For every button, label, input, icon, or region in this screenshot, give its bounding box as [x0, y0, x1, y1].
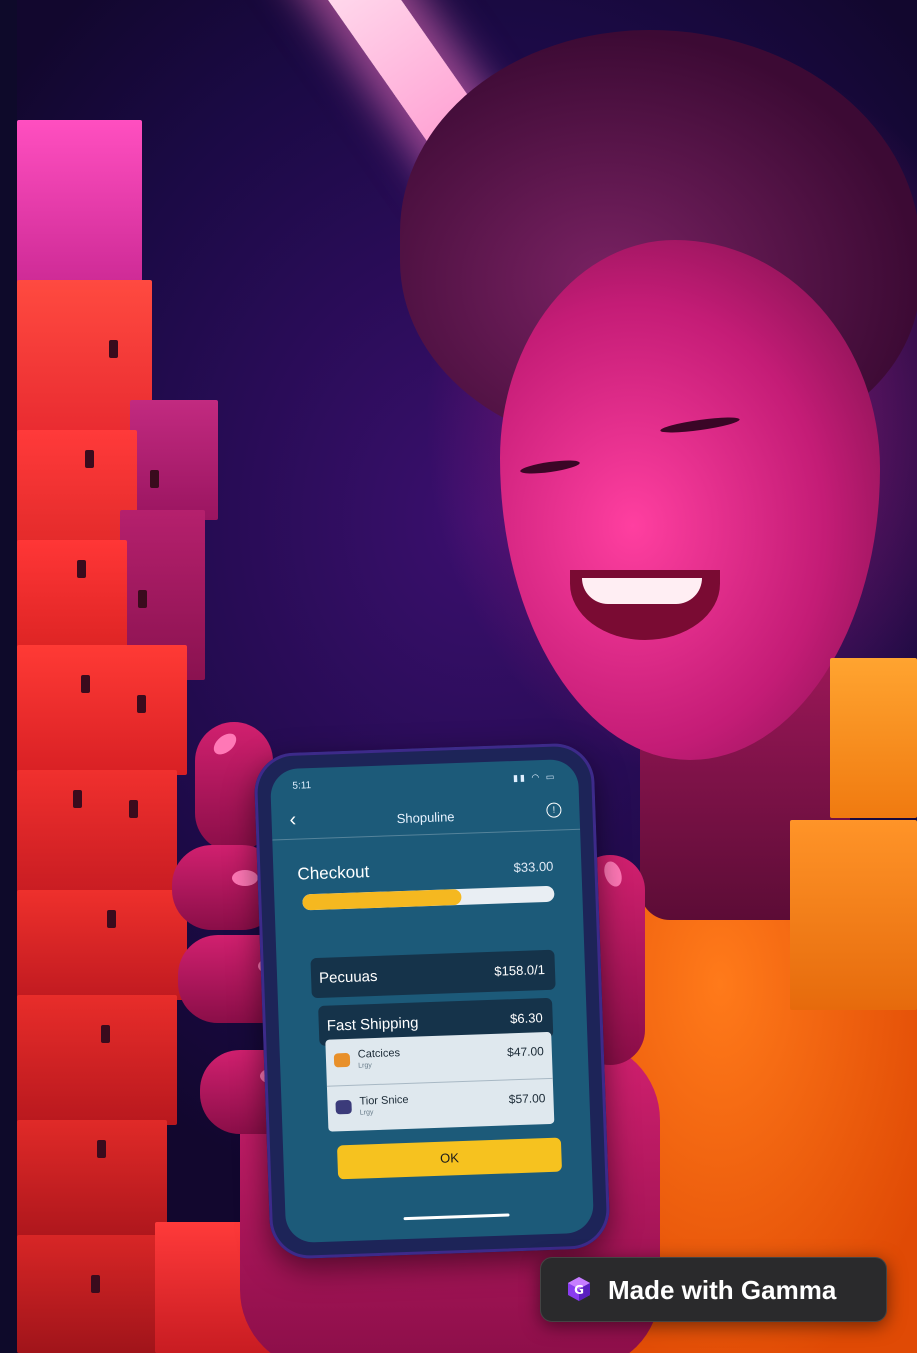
item-subtitle: Lrgy [358, 1062, 372, 1070]
item-price: $47.00 [506, 1044, 545, 1060]
item-subtitle: Lrgy [359, 1109, 374, 1117]
signal-wifi-battery-icon: ▮▮ ◠ ▭ [512, 771, 557, 784]
summary-row-label: Pecuuas [318, 967, 378, 987]
list-item[interactable]: Catcices Lrgy $47.00 [325, 1032, 552, 1084]
stacked-box [17, 1120, 167, 1240]
nav-bar: ‹ Shopuline ! [271, 792, 581, 841]
stacked-box [130, 400, 218, 520]
item-name: Tior Snice [359, 1093, 409, 1108]
ok-button[interactable]: OK [336, 1137, 563, 1180]
stacked-box [17, 540, 127, 650]
stacked-box [17, 645, 187, 775]
stacked-box [790, 820, 917, 1010]
shipping-row-value: $6.30 [509, 1010, 543, 1027]
item-name: Catcices [357, 1047, 401, 1061]
left-edge-strip [0, 0, 17, 1353]
phone-screen: 5:11 ▮▮ ◠ ▭ ‹ Shopuline ! Checkout $33.0… [269, 758, 595, 1244]
checkout-progress-bar [302, 885, 555, 911]
product-icon [333, 1052, 351, 1068]
app-title: Shopuline [396, 809, 455, 827]
stacked-box [17, 430, 137, 550]
stacked-box [17, 890, 187, 1000]
cart-item-list: Catcices Lrgy $47.00 Tior Snice Lrgy $57… [325, 1031, 555, 1132]
shipping-row-label: Fast Shipping [326, 1014, 419, 1035]
product-icon [335, 1099, 352, 1115]
summary-row-value: $158.0/1 [494, 962, 546, 979]
status-time: 5:11 [292, 780, 312, 792]
svg-text:G: G [574, 1283, 584, 1297]
stacked-box [17, 770, 177, 895]
checkout-label: Checkout [297, 862, 370, 884]
photo-scene: 5:11 ▮▮ ◠ ▭ ‹ Shopuline ! Checkout $33.0… [0, 0, 917, 1353]
status-bar: 5:11 ▮▮ ◠ ▭ [292, 772, 556, 795]
smartphone: 5:11 ▮▮ ◠ ▭ ‹ Shopuline ! Checkout $33.0… [253, 742, 611, 1260]
gamma-logo-icon: G [568, 1277, 590, 1301]
item-price: $57.00 [508, 1091, 546, 1107]
checkout-amount: $33.00 [513, 858, 554, 876]
progress-fill [302, 888, 462, 911]
badge-text: Made with Gamma [608, 1275, 837, 1305]
fingernail [232, 870, 258, 886]
stacked-box [830, 658, 917, 818]
list-item[interactable]: Tior Snice Lrgy $57.00 [326, 1077, 555, 1131]
stacked-box [17, 995, 177, 1125]
stacked-box [17, 1235, 167, 1353]
home-indicator[interactable] [403, 1213, 510, 1221]
summary-row[interactable]: Pecuuas $158.0/1 [310, 949, 556, 999]
made-with-gamma-badge[interactable]: G Made with Gamma [540, 1257, 887, 1322]
